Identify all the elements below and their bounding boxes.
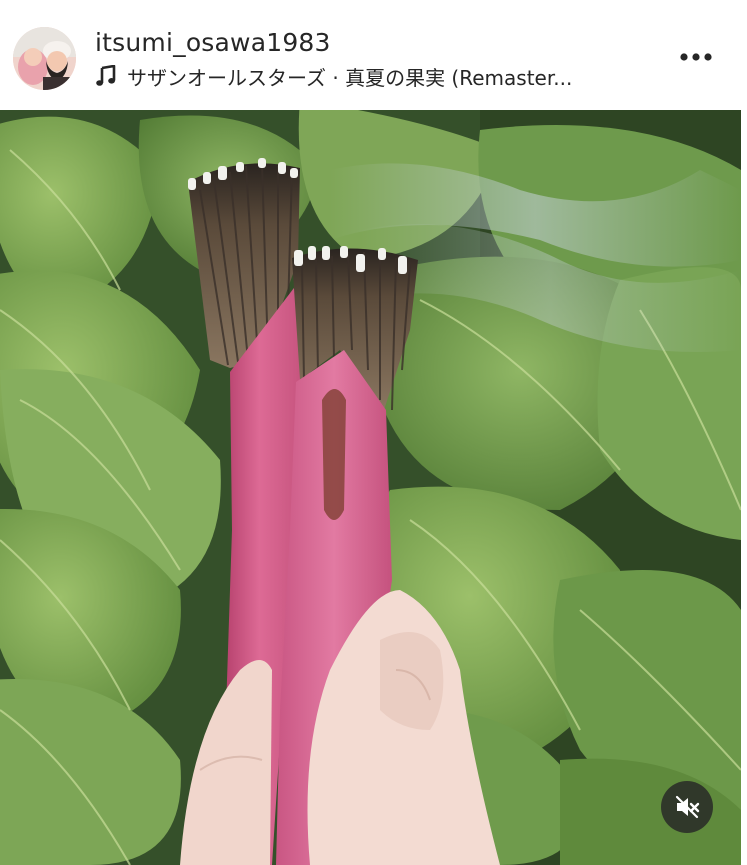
post-header: itsumi_osawa1983 サザンオールスターズ · 真夏の果実 (Rem… [0,0,747,110]
avatar-photo [13,27,76,90]
more-options-icon [680,53,712,61]
music-track-label: サザンオールスターズ · 真夏の果実 (Remaster... [127,65,573,90]
post-media[interactable] [0,110,741,865]
music-note-icon [95,64,117,87]
avatar[interactable] [13,27,76,90]
speaker-muted-icon [675,795,700,819]
instagram-post: itsumi_osawa1983 サザンオールスターズ · 真夏の果実 (Rem… [0,0,747,865]
incense-photo [0,110,741,865]
username[interactable]: itsumi_osawa1983 [95,28,331,57]
music-track[interactable]: サザンオールスターズ · 真夏の果実 (Remaster... [95,63,573,90]
mute-button[interactable] [661,781,713,833]
more-options-button[interactable] [670,40,722,74]
